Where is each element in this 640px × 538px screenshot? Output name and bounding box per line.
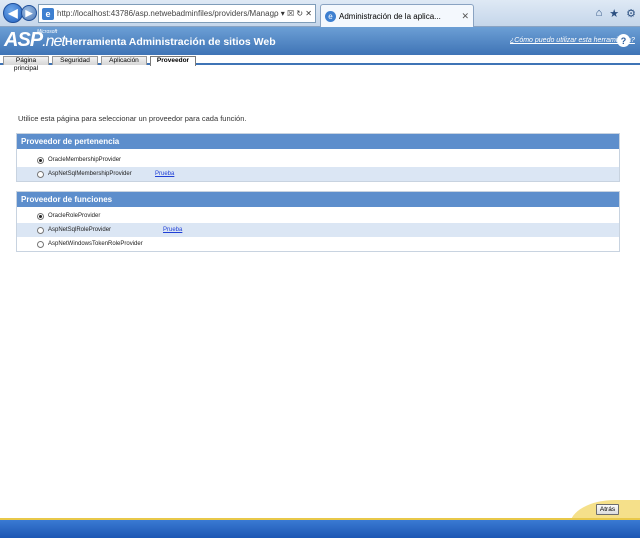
app-tabstrip: Página principal Seguridad Aplicación Pr…	[0, 55, 640, 72]
address-url[interactable]: http://localhost:43786/asp.netwebadminfi…	[57, 9, 274, 18]
page-header: ASP.net Microsoft Herramienta Administra…	[0, 27, 640, 55]
gear-icon[interactable]: ⚙	[626, 7, 636, 20]
tab-title: Administración de la aplica...	[339, 11, 441, 21]
provider-radio[interactable]	[37, 240, 44, 248]
provider-radio[interactable]	[37, 226, 44, 234]
provider-row: OracleMembershipProvider	[17, 153, 619, 167]
page-title: Herramienta Administración de sitios Web	[65, 36, 276, 48]
provider-row: AspNetWindowsTokenRoleProvider	[17, 237, 619, 251]
forward-arrow-icon[interactable]: ▶	[21, 5, 37, 21]
tab-home[interactable]: Página principal	[3, 56, 49, 72]
home-icon[interactable]: ⌂	[596, 7, 603, 20]
tab-provider[interactable]: Proveedor	[150, 56, 196, 66]
provider-radio[interactable]	[37, 212, 44, 220]
provider-row: OracleRoleProvider	[17, 209, 619, 223]
panel-title: Proveedor de pertenencia	[17, 134, 619, 149]
ie-page-icon: e	[42, 7, 54, 20]
logo-microsoft: Microsoft	[37, 29, 58, 35]
logo-net: .net	[42, 33, 66, 50]
provider-label: AspNetSqlMembershipProvider	[48, 171, 132, 177]
provider-row: AspNetSqlRoleProvider Prueba	[17, 223, 619, 237]
close-icon[interactable]: ✕	[461, 11, 473, 22]
test-link[interactable]: Prueba	[163, 227, 182, 233]
browser-tab[interactable]: e Administración de la aplica... ✕	[320, 4, 474, 27]
role-provider-panel: Proveedor de funciones OracleRoleProvide…	[16, 191, 620, 252]
footer-bar	[0, 518, 640, 538]
provider-radio[interactable]	[37, 156, 44, 164]
address-bar[interactable]: e http://localhost:43786/asp.netwebadmin…	[38, 4, 316, 23]
tab-application[interactable]: Aplicación	[101, 56, 147, 65]
back-button[interactable]: Atrás	[596, 504, 619, 515]
membership-provider-panel: Proveedor de pertenencia OracleMembershi…	[16, 133, 620, 182]
tab-security[interactable]: Seguridad	[52, 56, 98, 65]
provider-row: AspNetSqlMembershipProvider Prueba	[17, 167, 619, 181]
provider-label: OracleMembershipProvider	[48, 157, 122, 163]
provider-label: AspNetSqlRoleProvider	[48, 227, 112, 233]
browser-tools: ⌂ ★ ⚙	[596, 7, 636, 20]
help-icon[interactable]: ?	[617, 34, 630, 47]
provider-label: OracleRoleProvider	[48, 213, 101, 219]
browser-toolbar: ◀ ▶ e http://localhost:43786/asp.netweba…	[0, 0, 640, 27]
provider-label: AspNetWindowsTokenRoleProvider	[48, 241, 143, 247]
test-link[interactable]: Prueba	[155, 171, 174, 177]
intro-text: Utilice esta página para seleccionar un …	[18, 114, 247, 123]
star-icon[interactable]: ★	[609, 7, 619, 20]
back-arrow-icon[interactable]: ◀	[3, 3, 23, 23]
ie-page-icon: e	[325, 10, 336, 22]
address-buttons[interactable]: ρ ▾ ☒ ↻ ✕	[274, 9, 315, 18]
panel-title: Proveedor de funciones	[17, 192, 619, 207]
provider-radio[interactable]	[37, 170, 44, 178]
